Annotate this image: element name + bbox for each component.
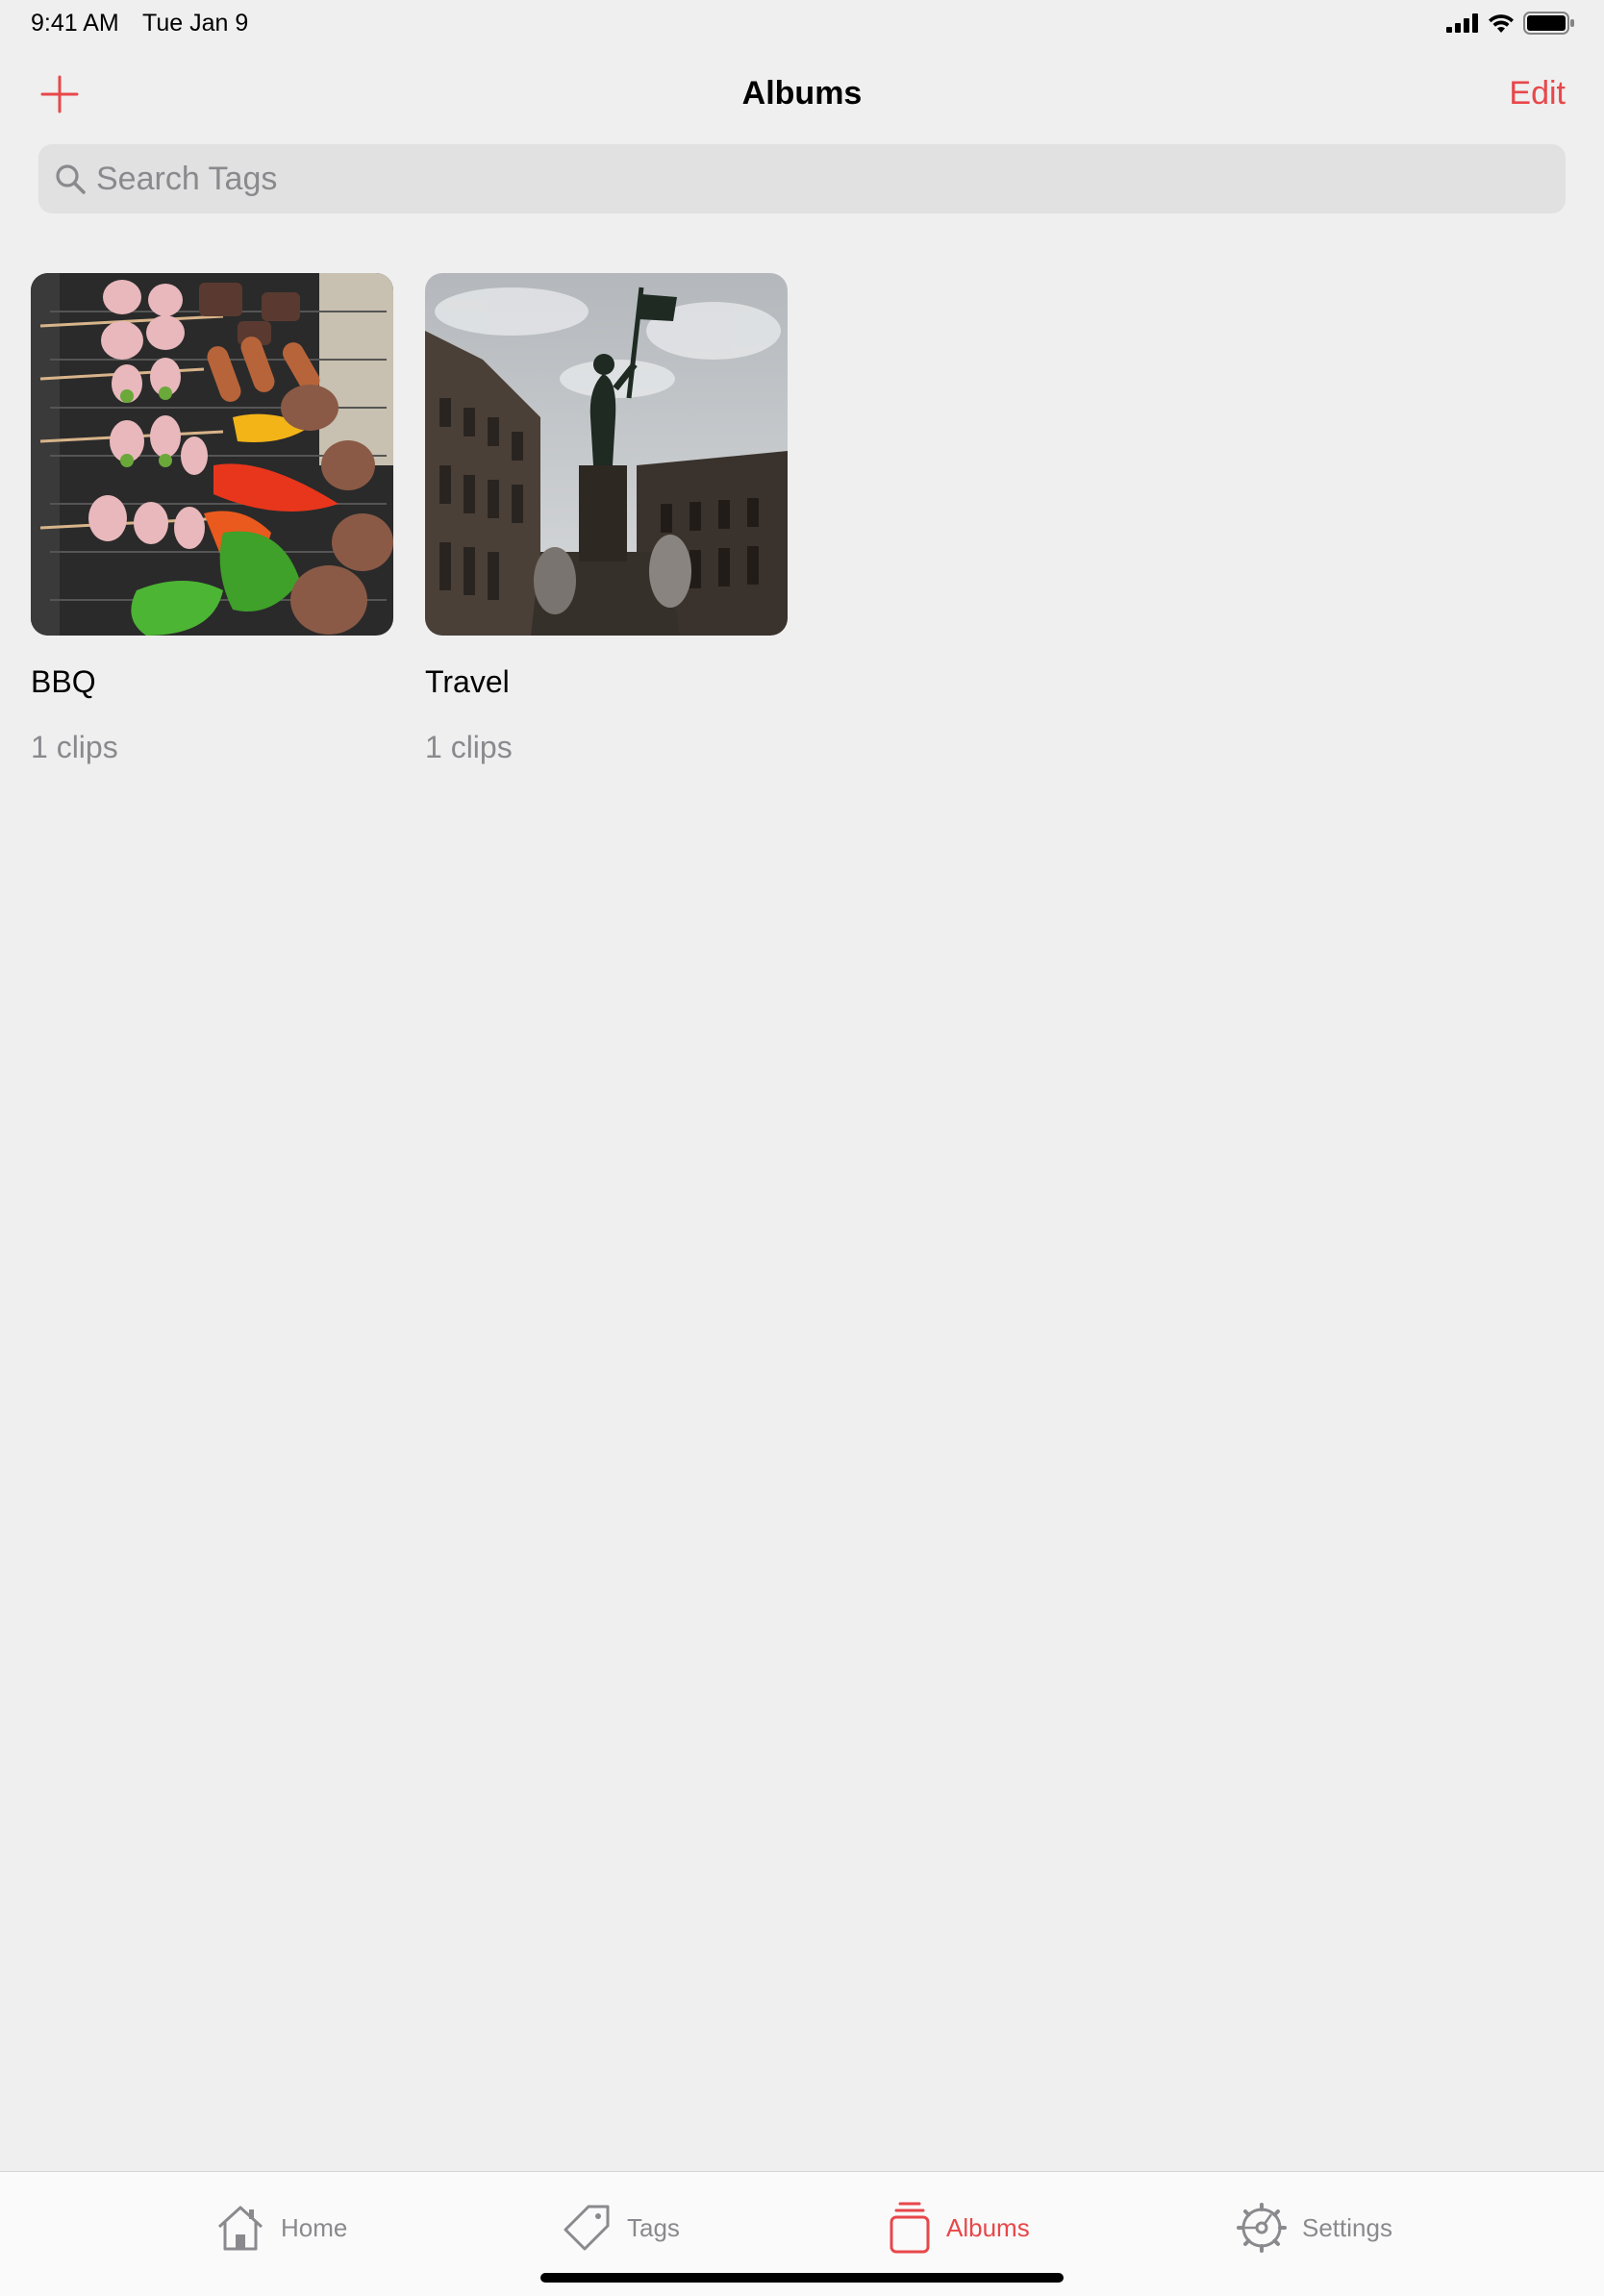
tab-label: Tags bbox=[627, 2212, 680, 2242]
tab-tags[interactable]: Tags bbox=[562, 2201, 680, 2255]
tab-home[interactable]: Home bbox=[215, 2201, 347, 2255]
gear-icon bbox=[1237, 2203, 1287, 2253]
status-time: 9:41 AM bbox=[31, 10, 119, 37]
albums-icon bbox=[890, 2202, 930, 2254]
navigation-bar: Albums Edit bbox=[0, 58, 1604, 135]
tab-label: Settings bbox=[1302, 2212, 1392, 2242]
home-indicator[interactable] bbox=[540, 2273, 1064, 2283]
status-date: Tue Jan 9 bbox=[142, 10, 249, 37]
album-thumbnail-travel bbox=[425, 273, 788, 636]
cellular-signal-icon bbox=[1446, 13, 1478, 33]
search-input[interactable] bbox=[96, 160, 1539, 198]
status-icons bbox=[1446, 10, 1575, 37]
tab-label: Albums bbox=[946, 2212, 1030, 2242]
album-grid: BBQ 1 clips Travel 1 clips bbox=[31, 273, 788, 765]
album-clip-count: 1 clips bbox=[31, 730, 118, 764]
album-clip-count: 1 clips bbox=[425, 730, 513, 764]
tab-settings[interactable]: Settings bbox=[1237, 2201, 1392, 2255]
tab-albums[interactable]: Albums bbox=[889, 2201, 1030, 2255]
album-card-bbq[interactable]: BBQ 1 clips bbox=[31, 273, 393, 765]
album-name: BBQ bbox=[31, 664, 96, 699]
status-bar: 9:41 AM Tue Jan 9 bbox=[0, 0, 1604, 46]
album-card-travel[interactable]: Travel 1 clips bbox=[425, 273, 788, 765]
search-icon bbox=[54, 162, 87, 195]
house-icon bbox=[217, 2206, 263, 2251]
album-thumbnail-bbq bbox=[31, 273, 393, 636]
wifi-icon bbox=[1489, 14, 1514, 33]
tab-label: Home bbox=[281, 2212, 348, 2242]
album-name: Travel bbox=[425, 664, 510, 699]
page-title: Albums bbox=[741, 75, 863, 112]
edit-button[interactable]: Edit bbox=[1509, 75, 1566, 112]
search-bar[interactable] bbox=[38, 144, 1566, 213]
battery-icon bbox=[1523, 12, 1574, 35]
tag-icon bbox=[564, 2205, 610, 2251]
